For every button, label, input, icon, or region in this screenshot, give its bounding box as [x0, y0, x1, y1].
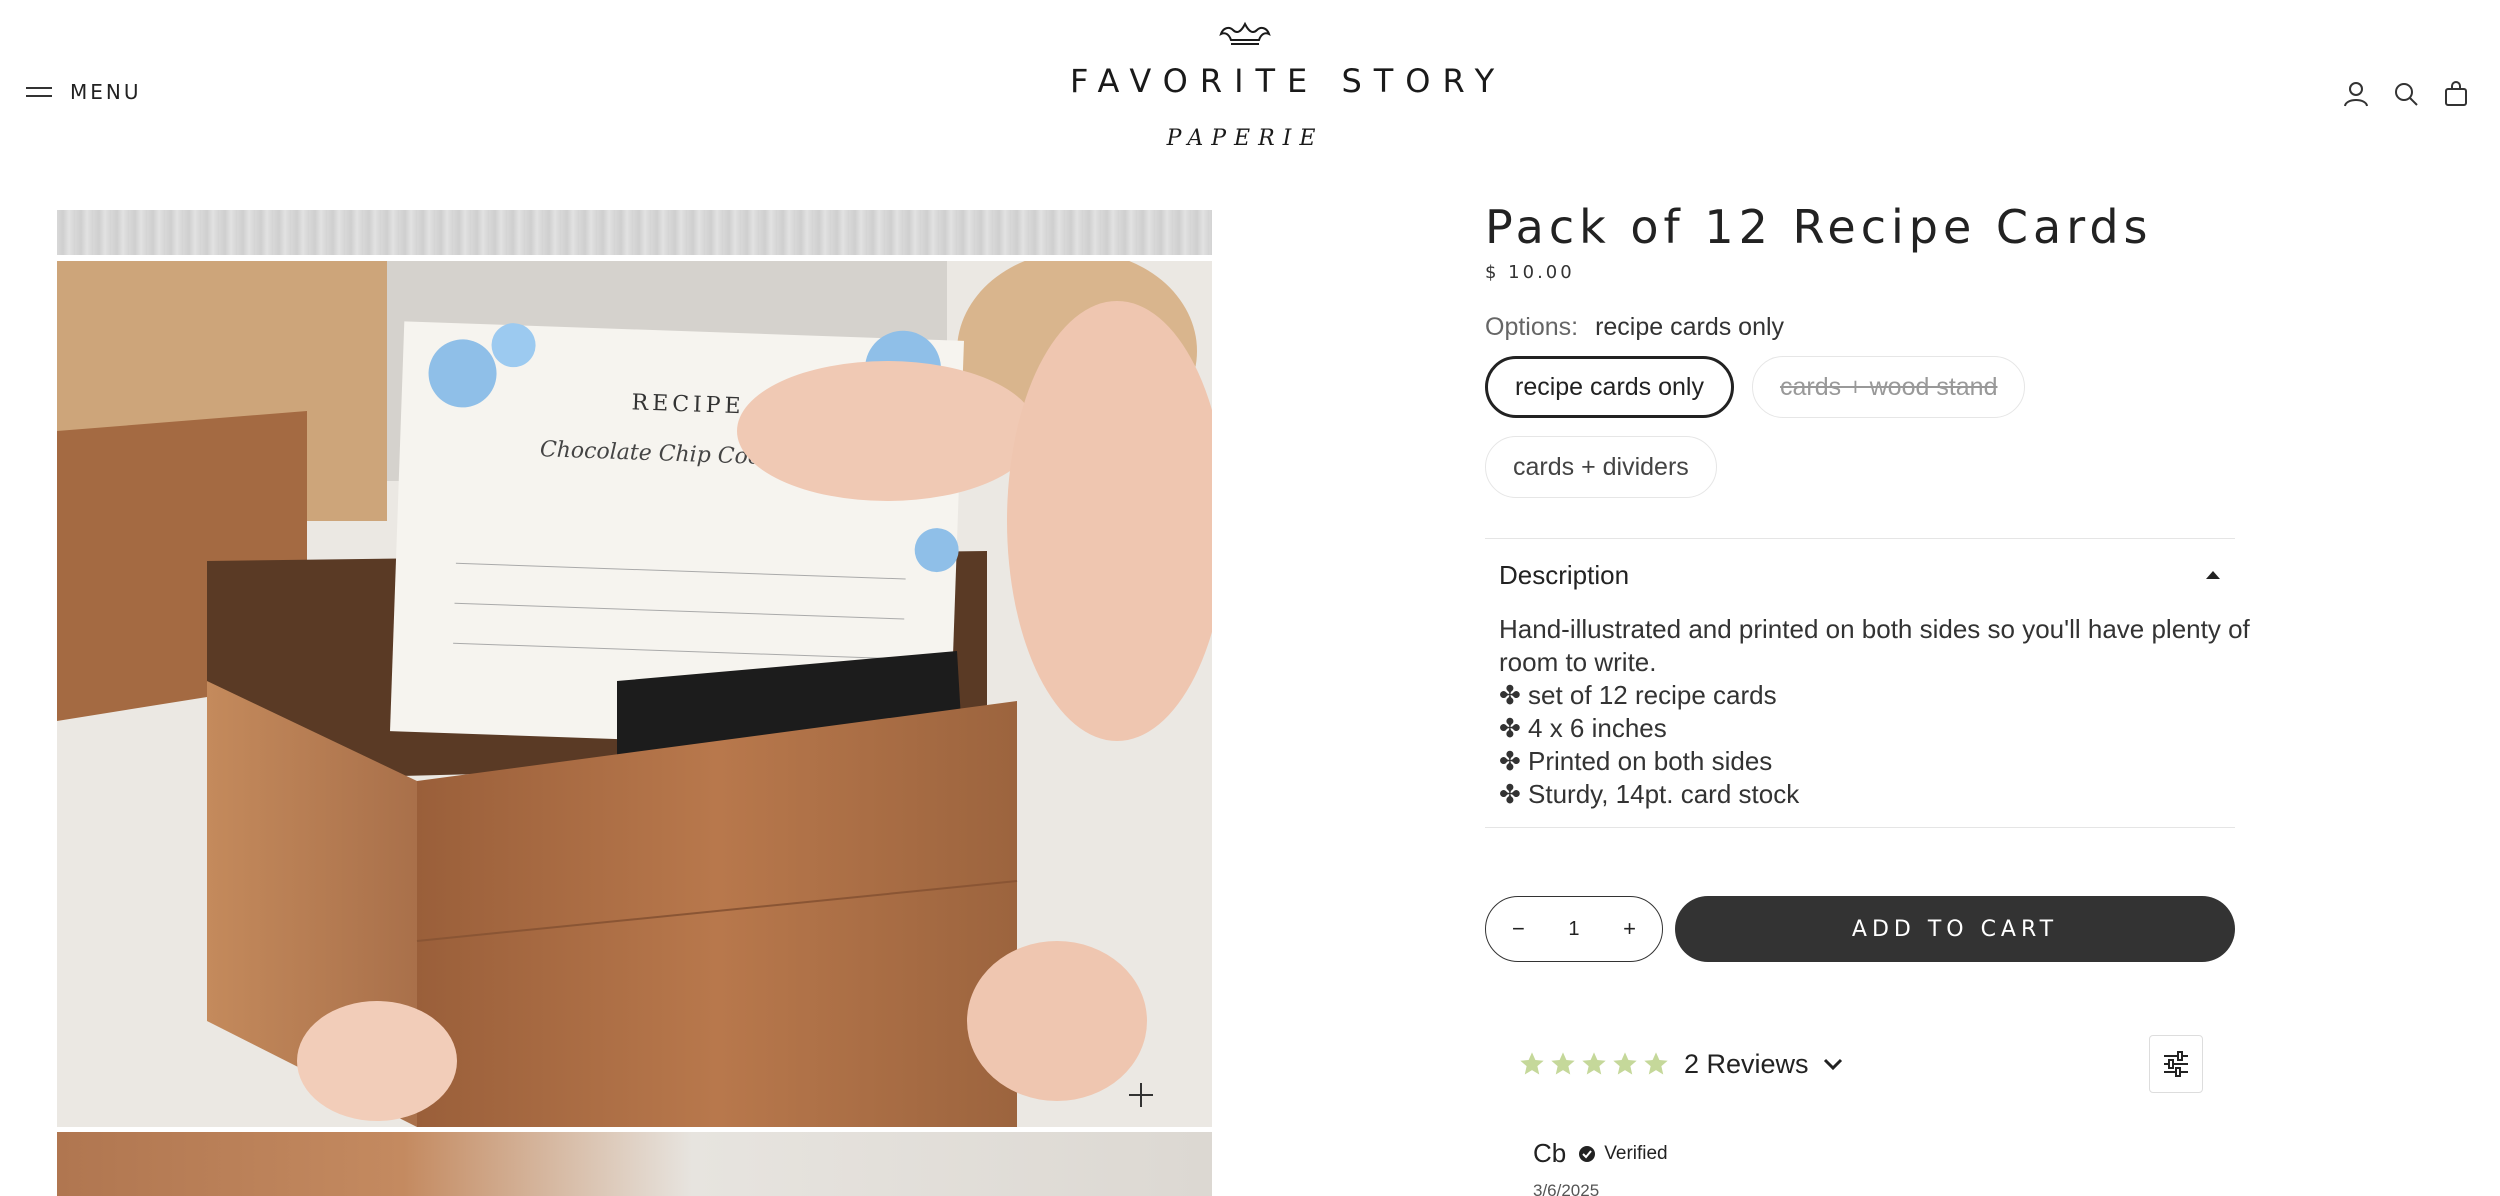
- cart-row: − 1 + ADD TO CART: [1485, 896, 2235, 962]
- options-summary: Options: recipe cards only: [1485, 313, 2235, 342]
- quantity-stepper: − 1 +: [1485, 896, 1663, 962]
- header-icons: [2342, 80, 2470, 108]
- site-logo[interactable]: FAVORITE STORY PAPERIE: [1070, 20, 1507, 165]
- description-heading: Description: [1499, 559, 1630, 590]
- product-gallery: RECIPE Chocolate Chip Cookies: [57, 210, 1212, 1196]
- search-icon[interactable]: [2392, 80, 2420, 108]
- star-icon: [1520, 1052, 1544, 1075]
- options-selected-value: recipe cards only: [1595, 313, 1785, 341]
- logo-crown-icon: [1219, 21, 1271, 45]
- verified-badge: Verified: [1578, 1142, 1668, 1165]
- reviews-count[interactable]: 2 Reviews: [1684, 1049, 1809, 1080]
- verified-check-icon: [1579, 1145, 1596, 1162]
- gallery-image-main[interactable]: RECIPE Chocolate Chip Cookies: [57, 261, 1212, 1127]
- review-header: Cb Verified: [1533, 1138, 1668, 1169]
- star-icon: [1582, 1052, 1606, 1075]
- cart-icon[interactable]: [2442, 80, 2470, 108]
- verified-label: Verified: [1604, 1142, 1668, 1164]
- product-photo: RECIPE Chocolate Chip Cookies: [57, 261, 1212, 1127]
- logo-wordmark: FAVORITE STORY: [1070, 62, 1507, 100]
- star-icon: [1551, 1052, 1575, 1075]
- description-body: Hand-illustrated and printed on both sid…: [1499, 613, 2250, 811]
- description-toggle[interactable]: Description: [1499, 555, 2235, 595]
- star-icon: [1644, 1052, 1668, 1075]
- account-icon[interactable]: [2342, 80, 2370, 108]
- filter-sliders-icon: [2164, 1051, 2188, 1077]
- description-line: ✤ Printed on both sides: [1499, 746, 1773, 776]
- option-cards-dividers[interactable]: cards + dividers: [1485, 436, 1717, 498]
- description-line: Hand-illustrated and printed on both sid…: [1499, 614, 2250, 644]
- description-line: room to write.: [1499, 647, 1657, 677]
- chevron-down-icon[interactable]: [1823, 1057, 1843, 1071]
- chevron-up-icon: [2206, 571, 2220, 579]
- reviews-summary: 2 Reviews: [1518, 1035, 2203, 1093]
- add-to-cart-button[interactable]: ADD TO CART: [1675, 896, 2235, 962]
- description-line: ✤ Sturdy, 14pt. card stock: [1499, 779, 1800, 809]
- zoom-plus-icon[interactable]: [1127, 1081, 1155, 1109]
- description-line: ✤ 4 x 6 inches: [1499, 713, 1667, 743]
- product-info: Pack of 12 Recipe Cards $ 10.00 Options:…: [1485, 200, 2250, 828]
- quantity-increase-button[interactable]: +: [1615, 916, 1645, 942]
- menu-button[interactable]: MENU: [26, 80, 142, 104]
- review-filter-button[interactable]: [2149, 1035, 2203, 1093]
- option-cards-wood-stand[interactable]: cards + wood stand: [1751, 356, 2026, 418]
- description-line: ✤ set of 12 recipe cards: [1499, 680, 1777, 710]
- review-author: Cb: [1533, 1138, 1567, 1168]
- hamburger-icon: [26, 85, 52, 99]
- gallery-image-previous[interactable]: [57, 210, 1212, 255]
- quantity-decrease-button[interactable]: −: [1503, 916, 1533, 942]
- option-swatches: recipe cards only cards + wood stand car…: [1485, 356, 2235, 498]
- star-icon: [1613, 1052, 1637, 1075]
- option-recipe-cards-only[interactable]: recipe cards only: [1485, 356, 1734, 418]
- site-header: MENU FAVORITE STORY PAPERIE: [0, 0, 2500, 180]
- review-item: Cb Verified 3/6/2025: [1533, 1138, 1668, 1196]
- logo-subtitle: PAPERIE: [1166, 126, 1324, 151]
- review-date: 3/6/2025: [1533, 1181, 1600, 1196]
- star-rating: [1518, 1050, 1670, 1078]
- svg-text:RECIPE: RECIPE: [631, 390, 745, 419]
- description-accordion: Description Hand-illustrated and printed…: [1485, 538, 2250, 828]
- gallery-image-next[interactable]: [57, 1132, 1212, 1196]
- product-title: Pack of 12 Recipe Cards: [1485, 200, 2153, 254]
- options-label: Options:: [1485, 313, 1579, 341]
- quantity-value[interactable]: 1: [1568, 918, 1579, 941]
- product-price: $ 10.00: [1485, 262, 1575, 283]
- menu-label: MENU: [70, 80, 142, 104]
